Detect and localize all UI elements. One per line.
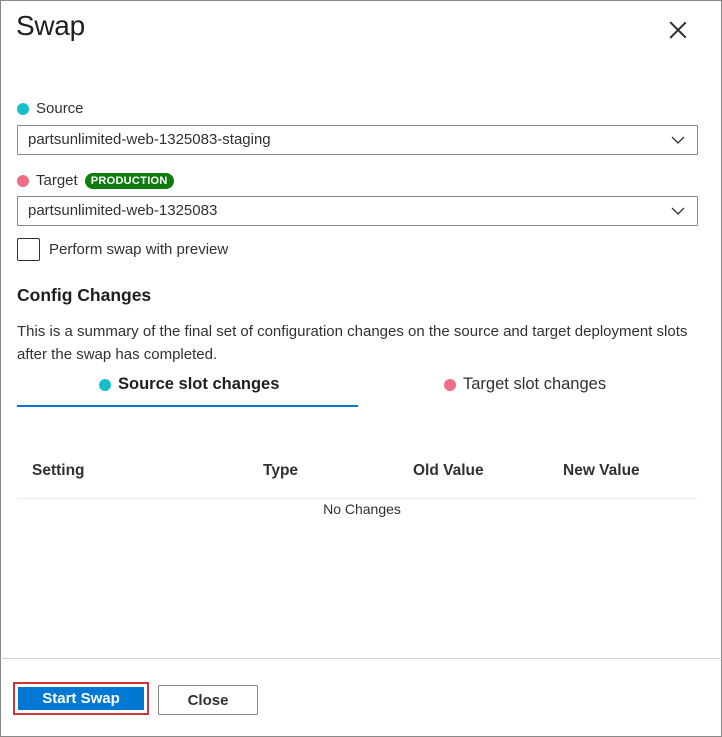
source-slot-value: partsunlimited-web-1325083-staging <box>28 131 271 148</box>
target-label-text: Target <box>36 172 78 189</box>
target-dot-icon <box>17 174 29 187</box>
source-dot-icon <box>99 378 111 391</box>
source-label-text: Source <box>36 100 84 117</box>
preview-checkbox-row[interactable]: Perform swap with preview <box>17 238 228 261</box>
chevron-down-icon <box>671 136 685 144</box>
target-dot-icon <box>444 378 456 391</box>
column-header-setting: Setting <box>32 462 85 479</box>
column-header-new-value: New Value <box>563 462 640 479</box>
swap-dialog: Swap Source partsunlimited-web-1325083-s… <box>0 0 722 737</box>
start-swap-button[interactable]: Start Swap <box>18 687 144 710</box>
target-label: Target PRODUCTION <box>17 172 174 189</box>
footer-divider <box>2 658 722 659</box>
preview-checkbox-label: Perform swap with preview <box>49 241 229 258</box>
close-icon[interactable] <box>665 17 691 43</box>
active-tab-indicator <box>17 405 358 407</box>
source-label: Source <box>17 100 84 117</box>
tab-source-slot-changes[interactable]: Source slot changes <box>99 375 279 394</box>
config-changes-description: This is a summary of the final set of co… <box>17 323 688 363</box>
source-slot-dropdown[interactable]: partsunlimited-web-1325083-staging <box>17 125 698 155</box>
start-swap-highlight: Start Swap <box>13 682 149 715</box>
production-badge: PRODUCTION <box>84 172 174 189</box>
target-slot-value: partsunlimited-web-1325083 <box>28 202 218 219</box>
empty-table-message: No Changes <box>323 501 401 517</box>
target-slot-dropdown[interactable]: partsunlimited-web-1325083 <box>17 196 698 226</box>
tab-target-label: Target slot changes <box>463 375 607 393</box>
config-changes-heading: Config Changes <box>17 285 152 305</box>
column-header-old-value: Old Value <box>413 462 484 479</box>
tab-source-label: Source slot changes <box>118 375 280 393</box>
column-header-type: Type <box>263 462 299 479</box>
table-header-divider <box>17 498 697 499</box>
tab-target-slot-changes[interactable]: Target slot changes <box>444 375 606 394</box>
source-dot-icon <box>17 102 29 115</box>
dialog-title: Swap <box>16 10 85 41</box>
chevron-down-icon <box>671 207 685 215</box>
preview-checkbox[interactable] <box>17 238 40 261</box>
close-button[interactable]: Close <box>158 685 258 715</box>
